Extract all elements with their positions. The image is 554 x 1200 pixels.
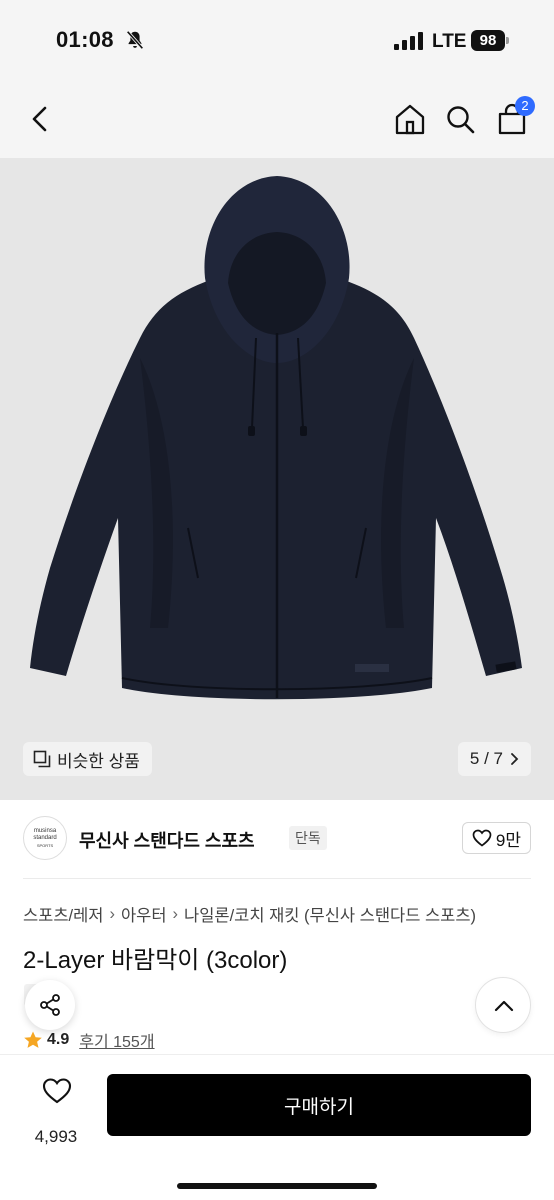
brand-row: musinsa standard SPORTS 무신사 스탠다드 스포츠 단독 …: [23, 814, 531, 862]
back-icon[interactable]: [22, 100, 60, 138]
bell-off-icon: [126, 30, 144, 50]
status-bar: 01:08 LTE 98: [0, 0, 554, 80]
heart-icon: [472, 829, 492, 847]
buy-button[interactable]: 구매하기: [107, 1074, 531, 1136]
review-link[interactable]: 후기 155개: [79, 1028, 154, 1052]
chevron-right-icon: ›: [109, 904, 115, 923]
share-button[interactable]: [25, 980, 75, 1030]
star-icon: [24, 1031, 42, 1048]
battery-level: 98: [471, 30, 505, 51]
breadcrumb-item[interactable]: 나일론/코치 재킷 (무신사 스탠다드 스포츠): [184, 902, 476, 926]
home-indicator: [177, 1183, 377, 1189]
nav-bar: 2: [0, 80, 554, 158]
wishlist-button[interactable]: 4,993: [20, 1075, 92, 1155]
network-label: LTE: [432, 31, 467, 52]
breadcrumb-item[interactable]: 스포츠/레저: [23, 902, 103, 926]
status-time: 01:08: [56, 27, 114, 52]
chevron-right-icon: [511, 753, 519, 765]
share-icon: [40, 994, 60, 1016]
heart-icon: [42, 1078, 72, 1104]
rating-value: 4.9: [47, 1031, 70, 1048]
brand-like-count: 9만: [495, 830, 521, 850]
page-indicator-text: 5 / 7: [469, 749, 503, 768]
similar-items-icon: [33, 750, 51, 768]
signal-icon: [394, 32, 423, 50]
search-icon[interactable]: [441, 100, 479, 138]
cart-button[interactable]: 2: [493, 96, 535, 138]
image-page-indicator[interactable]: 5 / 7: [457, 742, 531, 776]
battery-icon: 98: [471, 30, 509, 52]
home-icon[interactable]: [391, 100, 429, 138]
product-image-gallery[interactable]: 비슷한 상품 5 / 7: [0, 158, 554, 800]
cart-badge: 2: [515, 96, 535, 116]
breadcrumb-item[interactable]: 아우터: [121, 902, 167, 926]
chevron-up-icon: [494, 1000, 514, 1012]
breadcrumb: 스포츠/레저 › 아우터 › 나일론/코치 재킷 (무신사 스탠다드 스포츠): [23, 902, 476, 926]
brand-name[interactable]: 무신사 스탠다드 스포츠: [79, 827, 255, 853]
brand-logo[interactable]: musinsa standard SPORTS: [23, 816, 67, 860]
rating-row: 4.9 후기 155개: [23, 1028, 155, 1052]
brand-like-button[interactable]: 9만: [461, 822, 531, 854]
jacket-image: [30, 176, 522, 700]
product-title: 2-Layer 바람막이 (3color): [23, 947, 288, 974]
chevron-right-icon: ›: [172, 904, 179, 923]
scroll-top-button[interactable]: [475, 977, 531, 1033]
similar-products-button[interactable]: 비슷한 상품: [23, 742, 152, 776]
similar-products-label: 비슷한 상품: [57, 751, 140, 771]
exclusive-badge: 단독: [289, 826, 327, 850]
wishlist-count: 4,993: [34, 1127, 78, 1146]
bottom-action-bar: 4,993 구매하기: [0, 1054, 554, 1200]
divider: [23, 878, 531, 879]
